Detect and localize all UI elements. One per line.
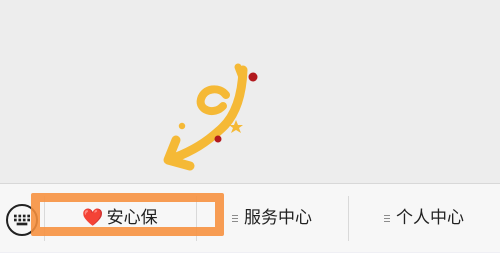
menu-item-label: 服务中心 bbox=[244, 208, 312, 228]
content-area bbox=[0, 0, 500, 183]
keyboard-toggle-button[interactable] bbox=[6, 204, 38, 236]
menu-item-service-center[interactable]: 服务中心 bbox=[196, 184, 348, 253]
menu-item-anxinbao[interactable]: ❤️ 安心保 bbox=[44, 184, 196, 253]
menu-item-label: 个人中心 bbox=[396, 208, 464, 228]
keyboard-icon bbox=[14, 214, 30, 226]
heart-icon: ❤️ bbox=[82, 208, 104, 228]
menu-item-personal-center[interactable]: 个人中心 bbox=[348, 184, 500, 253]
submenu-icon bbox=[232, 214, 238, 223]
menu-item-label: 安心保 bbox=[106, 208, 158, 228]
submenu-icon bbox=[384, 214, 390, 223]
bottom-menu-bar: ❤️ 安心保 服务中心 个人中心 bbox=[0, 183, 500, 252]
